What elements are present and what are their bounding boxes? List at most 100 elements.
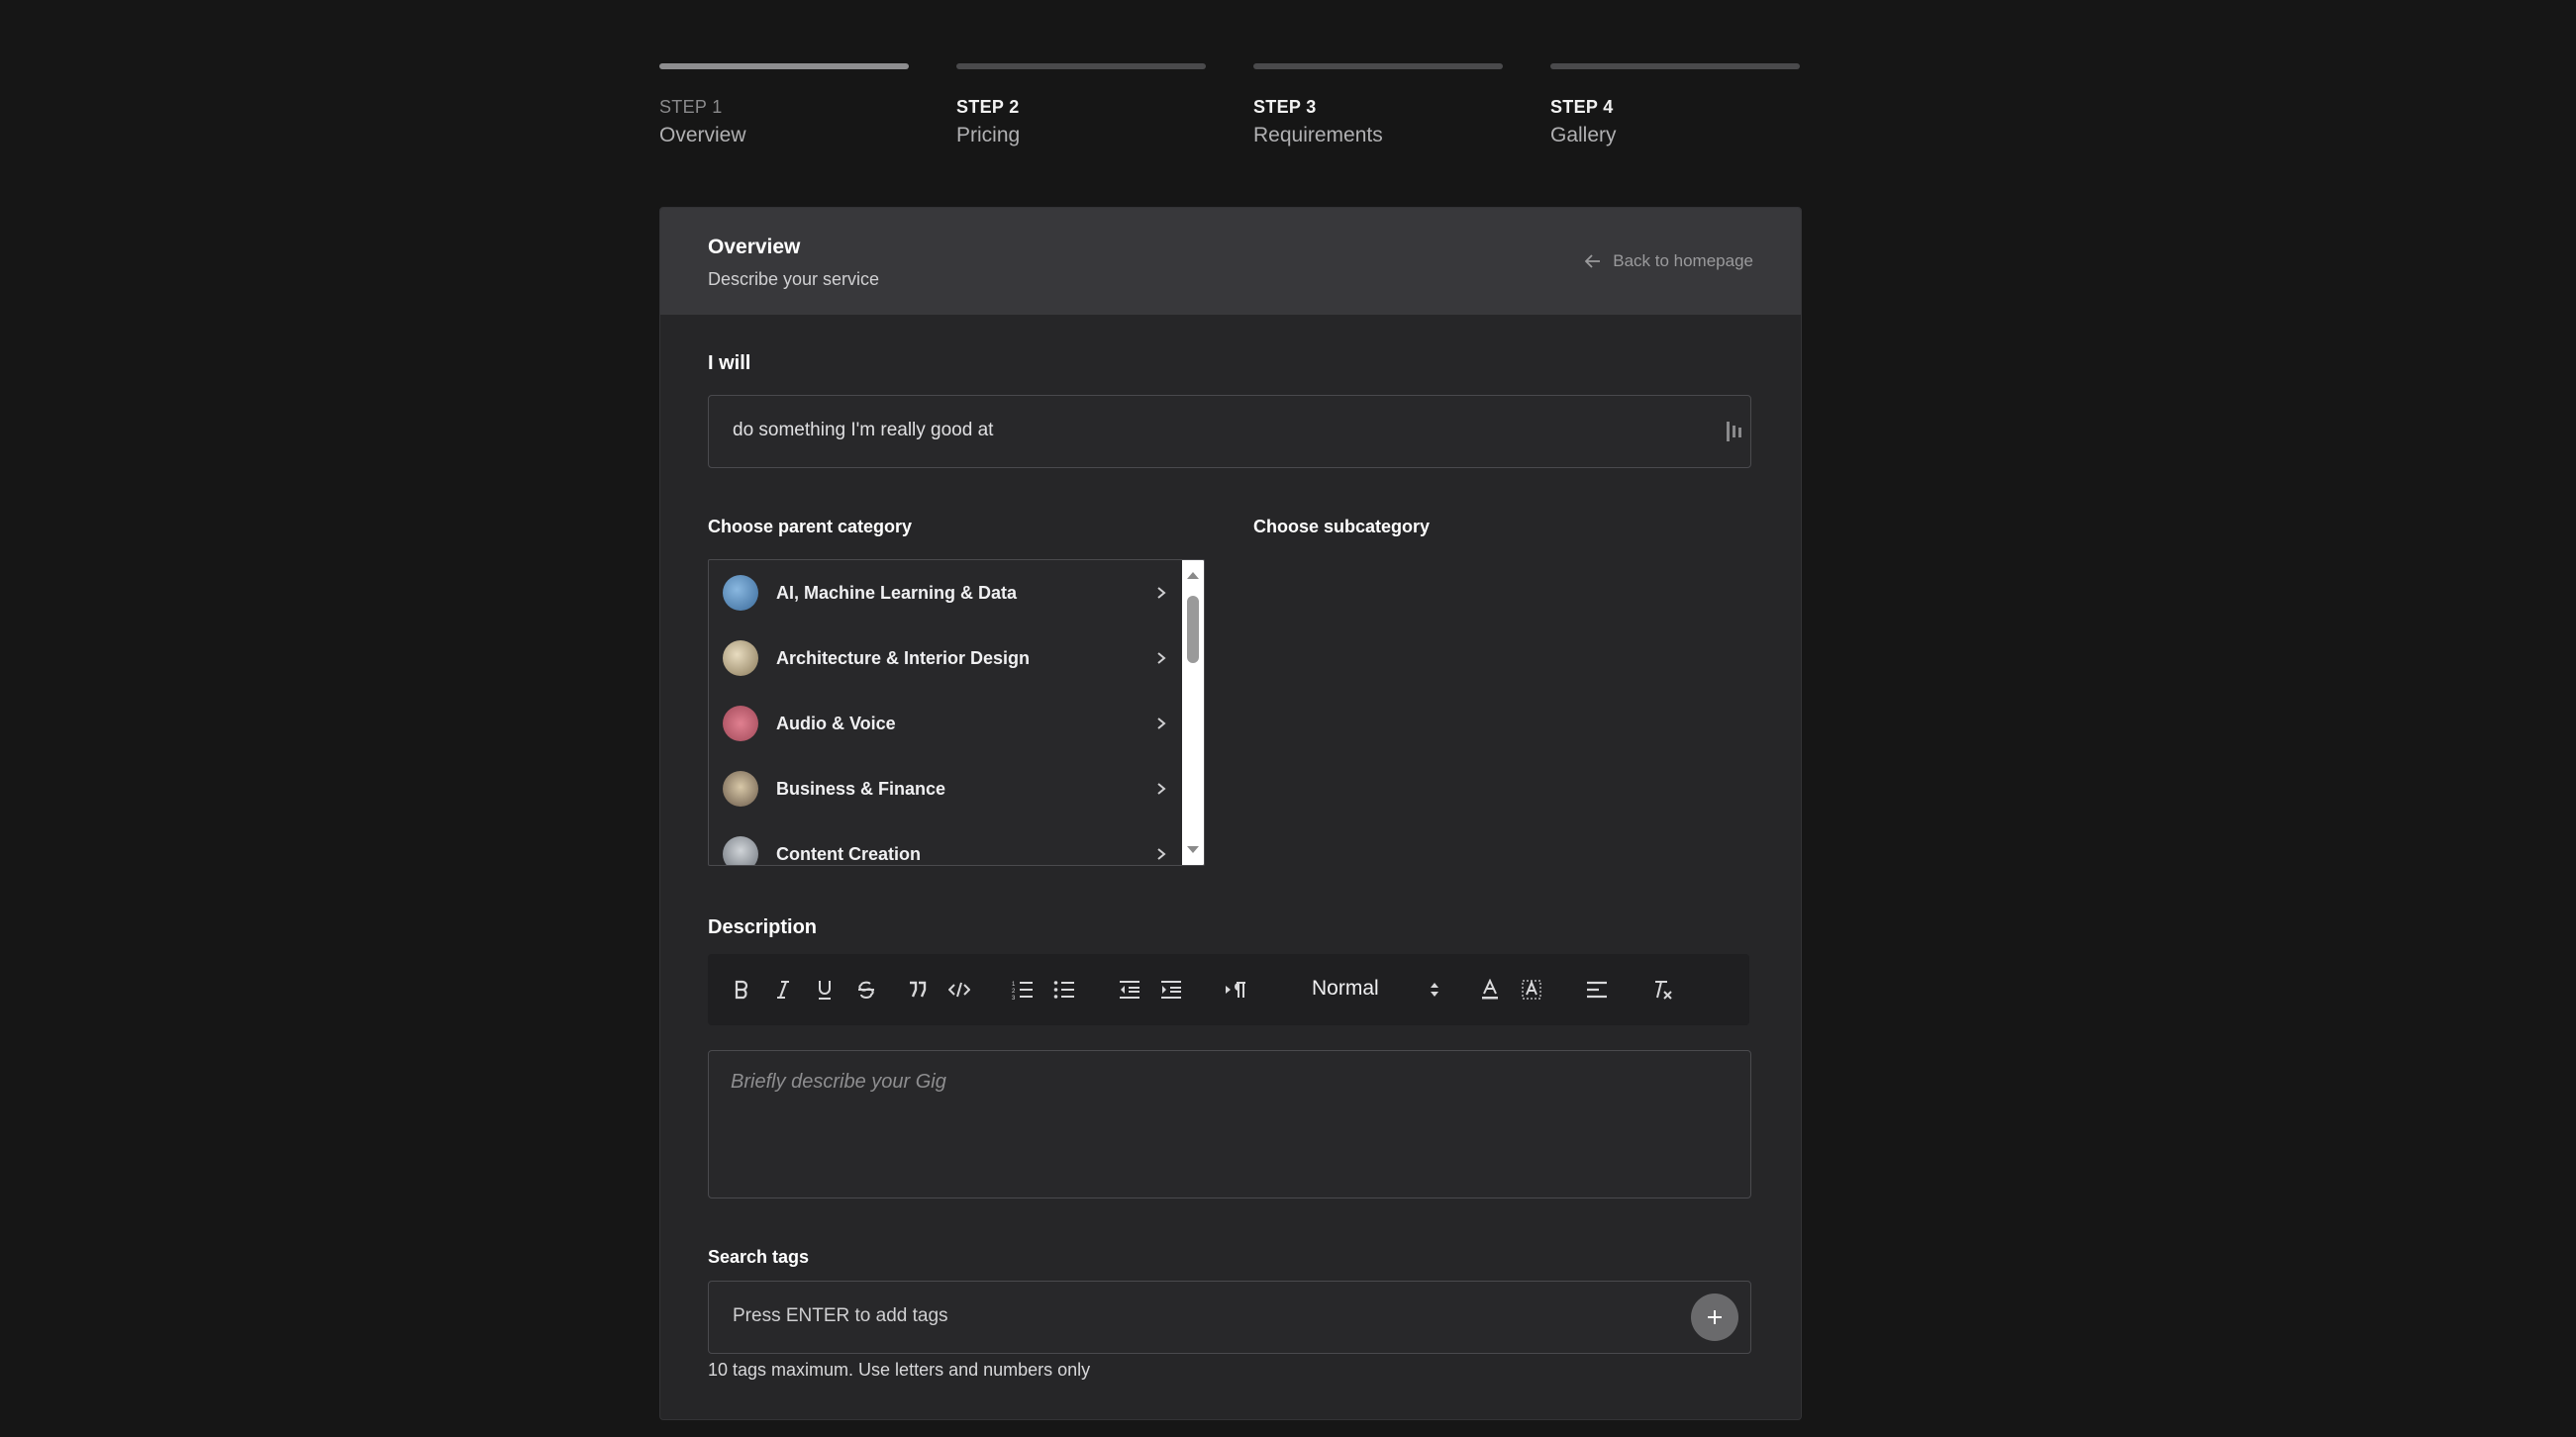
category-item-label: AI, Machine Learning & Data	[776, 582, 1018, 603]
step-name: Pricing	[956, 124, 1021, 146]
clear-formatting-button[interactable]	[1646, 974, 1678, 1006]
content-avatar-icon	[723, 836, 758, 865]
ordered-list-button[interactable]: 123	[1007, 974, 1039, 1006]
category-item-label: Business & Finance	[776, 778, 946, 799]
parent-category-label: Choose parent category	[708, 517, 913, 536]
italic-icon	[777, 981, 789, 999]
category-item-architecture[interactable]: Architecture & Interior Design	[709, 625, 1180, 691]
category-item-audio[interactable]: Audio & Voice	[709, 691, 1180, 756]
step-progress-bar	[659, 63, 909, 69]
back-link-label: Back to homepage	[1613, 251, 1753, 270]
description-editor[interactable]: Briefly describe your Gig	[708, 1050, 1751, 1198]
card-title: Overview	[708, 236, 801, 258]
category-item-content[interactable]: Content Creation	[709, 821, 1180, 865]
outdent-button[interactable]	[1114, 974, 1145, 1006]
card-header: Overview Describe your service Back to h…	[660, 208, 1801, 315]
strikethrough-button[interactable]	[850, 974, 882, 1006]
bullet-list-icon	[1053, 981, 1074, 999]
strikethrough-icon	[858, 981, 874, 999]
bold-icon	[735, 980, 748, 1000]
step-number: STEP 3	[1253, 97, 1317, 117]
ai-avatar-icon	[723, 575, 758, 611]
step-name: Requirements	[1253, 124, 1383, 146]
chevron-right-icon	[1157, 783, 1166, 795]
text-direction-button[interactable]	[1221, 974, 1252, 1006]
step-number: STEP 2	[956, 97, 1020, 117]
underline-icon	[819, 981, 831, 1000]
category-scrollbar[interactable]	[1182, 560, 1204, 865]
overview-card: Overview Describe your service Back to h…	[659, 207, 1802, 1420]
text-format-value: Normal	[1312, 977, 1379, 1000]
category-item-label: Content Creation	[776, 843, 921, 864]
indent-button[interactable]	[1155, 974, 1187, 1006]
plus-icon	[1708, 1310, 1722, 1324]
highlight-color-icon	[1522, 980, 1541, 1000]
underline-button[interactable]	[809, 974, 841, 1006]
quote-icon	[910, 981, 927, 998]
step-gallery[interactable]: STEP 4 Gallery	[1550, 63, 1800, 147]
chevron-right-icon	[1157, 652, 1166, 664]
arrow-left-icon	[1585, 254, 1601, 268]
add-tag-button[interactable]	[1691, 1293, 1738, 1341]
clear-format-icon	[1655, 981, 1672, 1000]
tags-input[interactable]: Press ENTER to add tags	[708, 1281, 1751, 1354]
chevron-right-icon	[1157, 587, 1166, 599]
bullet-list-button[interactable]	[1048, 974, 1080, 1006]
background-color-button[interactable]	[1516, 974, 1547, 1006]
step-progress-bar	[1550, 63, 1800, 69]
paragraph-direction-icon	[1226, 982, 1245, 998]
italic-button[interactable]	[767, 974, 799, 1006]
stepper: STEP 1 Overview STEP 2 Pricing STEP 3 Re…	[659, 63, 1800, 152]
search-tags-label: Search tags	[708, 1247, 810, 1267]
bold-button[interactable]	[726, 974, 757, 1006]
description-label: Description	[708, 916, 818, 938]
title-field-label: I will	[708, 352, 751, 374]
text-color-icon	[1482, 979, 1498, 1000]
indent-icon	[1161, 981, 1181, 999]
category-item-label: Audio & Voice	[776, 713, 896, 733]
svg-text:1: 1	[1012, 982, 1016, 988]
select-arrows-icon	[1431, 983, 1438, 997]
chevron-right-icon	[1157, 718, 1166, 729]
step-number: STEP 4	[1550, 97, 1614, 117]
ordered-list-icon: 123	[1012, 982, 1033, 1000]
tags-placeholder: Press ENTER to add tags	[733, 1305, 948, 1326]
back-to-homepage-link[interactable]: Back to homepage	[1585, 251, 1753, 271]
step-number: STEP 1	[659, 97, 723, 117]
step-pricing[interactable]: STEP 2 Pricing	[956, 63, 1206, 147]
category-item-business[interactable]: Business & Finance	[709, 756, 1180, 821]
category-item-label: Architecture & Interior Design	[776, 647, 1031, 668]
card-subtitle: Describe your service	[708, 269, 880, 289]
category-item-ai[interactable]: AI, Machine Learning & Data	[709, 560, 1180, 625]
step-requirements[interactable]: STEP 3 Requirements	[1253, 63, 1503, 147]
chevron-right-icon	[1157, 848, 1166, 860]
gig-title-input[interactable]: do something I'm really good at	[708, 395, 1751, 468]
outdent-icon	[1120, 981, 1139, 999]
parent-category-list[interactable]: AI, Machine Learning & Data Architecture…	[708, 559, 1205, 866]
align-left-icon	[1587, 981, 1607, 999]
step-name: Gallery	[1550, 124, 1617, 146]
subcategory-label: Choose subcategory	[1253, 517, 1431, 536]
gig-title-value: do something I'm really good at	[733, 420, 994, 440]
scrollbar-thumb[interactable]	[1187, 596, 1199, 663]
description-placeholder: Briefly describe your Gig	[731, 1071, 946, 1093]
code-block-button[interactable]	[943, 974, 975, 1006]
business-avatar-icon	[723, 771, 758, 807]
scroll-down-icon[interactable]	[1186, 845, 1200, 855]
blockquote-button[interactable]	[902, 974, 934, 1006]
scroll-up-icon[interactable]	[1186, 570, 1200, 580]
step-overview[interactable]: STEP 1 Overview	[659, 63, 909, 147]
text-format-select[interactable]: Normal	[1312, 972, 1450, 1006]
svg-text:2: 2	[1012, 989, 1016, 995]
tags-hint: 10 tags maximum. Use letters and numbers…	[708, 1360, 1091, 1380]
step-name: Overview	[659, 124, 746, 146]
grammar-assist-icon[interactable]	[1725, 420, 1744, 443]
text-color-button[interactable]	[1474, 974, 1506, 1006]
align-button[interactable]	[1581, 974, 1613, 1006]
architecture-avatar-icon	[723, 640, 758, 676]
audio-avatar-icon	[723, 706, 758, 741]
rich-text-toolbar: 123 Normal	[708, 954, 1749, 1025]
code-icon	[948, 982, 970, 998]
step-progress-bar	[1253, 63, 1503, 69]
step-progress-bar	[956, 63, 1206, 69]
